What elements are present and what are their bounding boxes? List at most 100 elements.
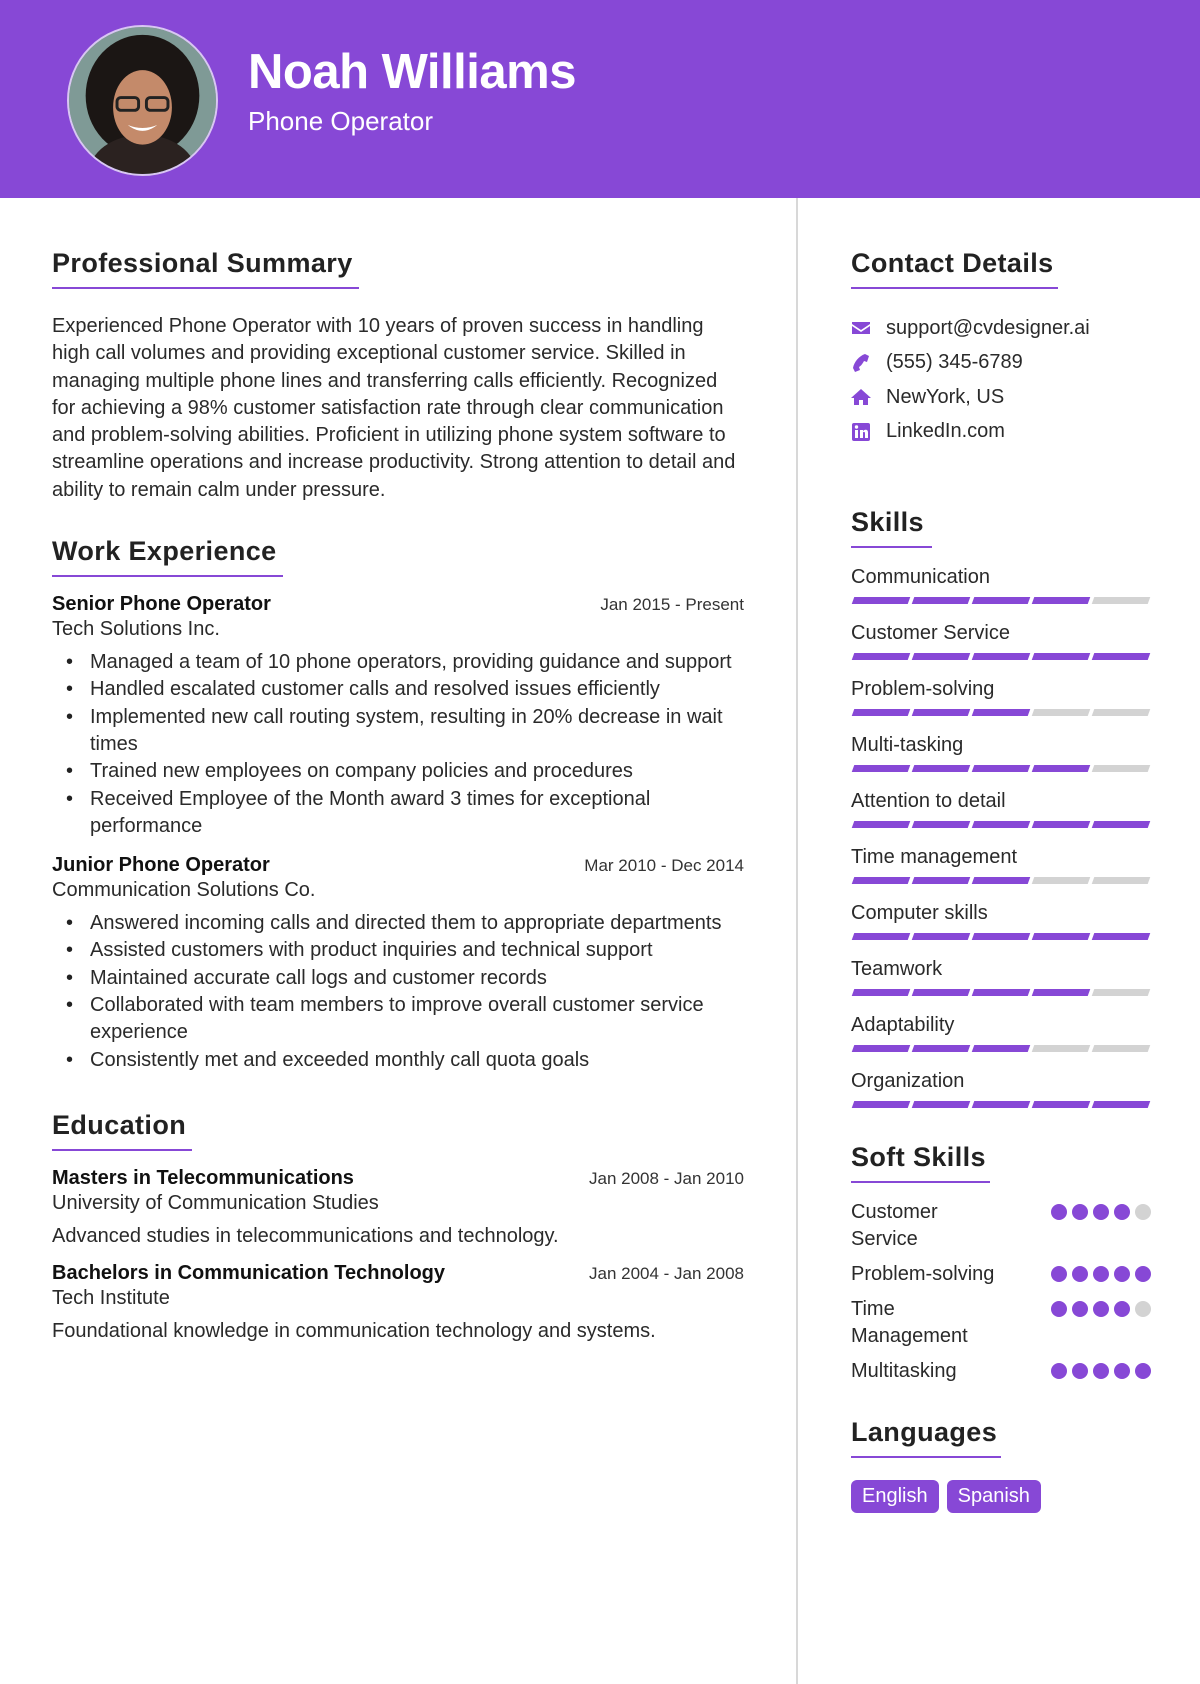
candidate-role: Phone Operator <box>248 106 434 136</box>
linkedin-icon <box>851 422 871 442</box>
job-company: Communication Solutions Co. <box>52 879 316 902</box>
rating-dot <box>1051 1363 1067 1379</box>
job-bullet: Implemented new call routing system, res… <box>66 704 744 759</box>
soft-skill-rating <box>1051 1261 1151 1282</box>
degree-title: Masters in Telecommunications <box>52 1166 354 1189</box>
skill-level-segment <box>1091 653 1151 660</box>
skill-level-segment <box>971 709 1031 716</box>
rating-dot <box>1135 1204 1151 1220</box>
contact-linkedin-text: LinkedIn.com <box>886 420 1005 443</box>
summary-text: Experienced Phone Operator with 10 years… <box>52 315 736 501</box>
skills-list: Communication Customer Service Problem-sol… <box>851 564 1151 1110</box>
skill-item: Teamwork <box>851 956 1151 998</box>
skill-item: Communication <box>851 564 1151 606</box>
skill-level-segment <box>911 933 971 940</box>
skill-name: Attention to detail <box>851 790 1006 812</box>
soft-skill-item: Time Management <box>851 1296 1151 1350</box>
job-bullets: Managed a team of 10 phone operators, pr… <box>52 649 744 840</box>
education-entry: Masters in Telecommunications Jan 2008 -… <box>52 1167 744 1248</box>
skill-level-segment <box>971 989 1031 996</box>
rating-dot <box>1135 1363 1151 1379</box>
skill-level-segment <box>911 653 971 660</box>
soft-skills-list: Customer Service Problem-solving Time Mana… <box>851 1199 1151 1385</box>
skill-level-segment <box>1091 709 1151 716</box>
skill-level-segment <box>971 1101 1031 1108</box>
skill-level-bar <box>851 989 1151 998</box>
job-entry: Senior Phone Operator Jan 2015 - Present… <box>52 593 744 840</box>
rating-dot <box>1135 1301 1151 1317</box>
rating-dot <box>1072 1204 1088 1220</box>
education-date: Jan 2008 - Jan 2010 <box>588 1168 744 1188</box>
rating-dot <box>1093 1363 1109 1379</box>
rating-dot <box>1135 1266 1151 1282</box>
skill-item: Multi-tasking <box>851 732 1151 774</box>
candidate-name: Noah Williams <box>248 45 576 99</box>
skill-level-segment <box>911 1045 971 1052</box>
education-description: Advanced studies in telecommunications a… <box>52 1224 559 1247</box>
experience-heading: Work Experience <box>52 536 283 578</box>
skill-level-segment <box>971 653 1031 660</box>
rating-dot <box>1072 1301 1088 1317</box>
skill-item: Computer skills <box>851 900 1151 942</box>
school-name: Tech Institute <box>52 1286 170 1309</box>
sidebar-column: Contact Details support@cvdesigner.ai (5… <box>851 248 1151 1513</box>
rating-dot <box>1093 1301 1109 1317</box>
job-bullets: Answered incoming calls and directed the… <box>52 910 744 1074</box>
summary-section: Professional Summary Experienced Phone O… <box>52 248 744 504</box>
skill-level-segment <box>1031 1101 1091 1108</box>
portrait-icon <box>69 27 216 174</box>
skill-level-segment <box>1031 877 1091 884</box>
contact-heading: Contact Details <box>851 248 1058 289</box>
skill-name: Teamwork <box>851 958 943 980</box>
skill-level-segment <box>851 933 911 940</box>
contact-location: NewYork, US <box>851 380 1151 415</box>
education-heading: Education <box>52 1110 193 1151</box>
contact-email[interactable]: support@cvdesigner.ai <box>851 311 1151 346</box>
rating-dot <box>1114 1363 1130 1379</box>
skill-level-segment <box>851 1045 911 1052</box>
soft-skills-heading: Soft Skills <box>851 1142 990 1183</box>
job-bullet: Trained new employees on company policie… <box>66 758 744 786</box>
job-bullet: Assisted customers with product inquirie… <box>66 937 744 965</box>
skill-level-segment <box>851 765 911 772</box>
skill-level-bar <box>851 877 1151 886</box>
job-bullet: Received Employee of the Month award 3 t… <box>66 786 744 841</box>
soft-skill-name: Customer Service <box>851 1201 938 1250</box>
skill-level-segment <box>1031 765 1091 772</box>
soft-skill-item: Multitasking <box>851 1358 1151 1385</box>
skill-level-segment <box>1091 1101 1151 1108</box>
soft-skill-rating <box>1051 1358 1151 1379</box>
skill-level-segment <box>851 877 911 884</box>
skill-level-segment <box>911 765 971 772</box>
skill-level-bar <box>851 1045 1151 1054</box>
skill-level-segment <box>1031 989 1091 996</box>
home-icon <box>851 387 871 407</box>
skill-item: Time management <box>851 844 1151 886</box>
skill-level-bar <box>851 765 1151 774</box>
job-bullet: Collaborated with team members to improv… <box>66 992 744 1047</box>
skill-level-segment <box>1091 821 1151 828</box>
skill-level-segment <box>1031 1045 1091 1052</box>
languages-section: Languages English Spanish <box>851 1417 1151 1513</box>
language-tag: Spanish <box>946 1480 1041 1513</box>
skill-level-segment <box>911 821 971 828</box>
degree-title: Bachelors in Communication Technology <box>52 1261 446 1284</box>
contact-linkedin[interactable]: LinkedIn.com <box>851 415 1151 450</box>
rating-dot <box>1114 1266 1130 1282</box>
skill-level-segment <box>851 597 911 604</box>
skill-level-segment <box>1091 877 1151 884</box>
skill-level-segment <box>971 821 1031 828</box>
contact-phone[interactable]: (555) 345-6789 <box>851 346 1151 381</box>
skill-level-segment <box>851 709 911 716</box>
skill-level-bar <box>851 653 1151 662</box>
education-date: Jan 2004 - Jan 2008 <box>588 1263 744 1283</box>
skill-name: Multi-tasking <box>851 734 964 756</box>
envelope-icon <box>851 318 871 338</box>
skill-level-segment <box>911 989 971 996</box>
skill-item: Customer Service <box>851 620 1151 662</box>
soft-skill-rating <box>1051 1199 1151 1220</box>
skill-level-bar <box>851 597 1151 606</box>
skill-name: Problem-solving <box>851 678 995 700</box>
experience-section: Work Experience Senior Phone Operator Ja… <box>52 536 744 1074</box>
skill-level-segment <box>1031 597 1091 604</box>
